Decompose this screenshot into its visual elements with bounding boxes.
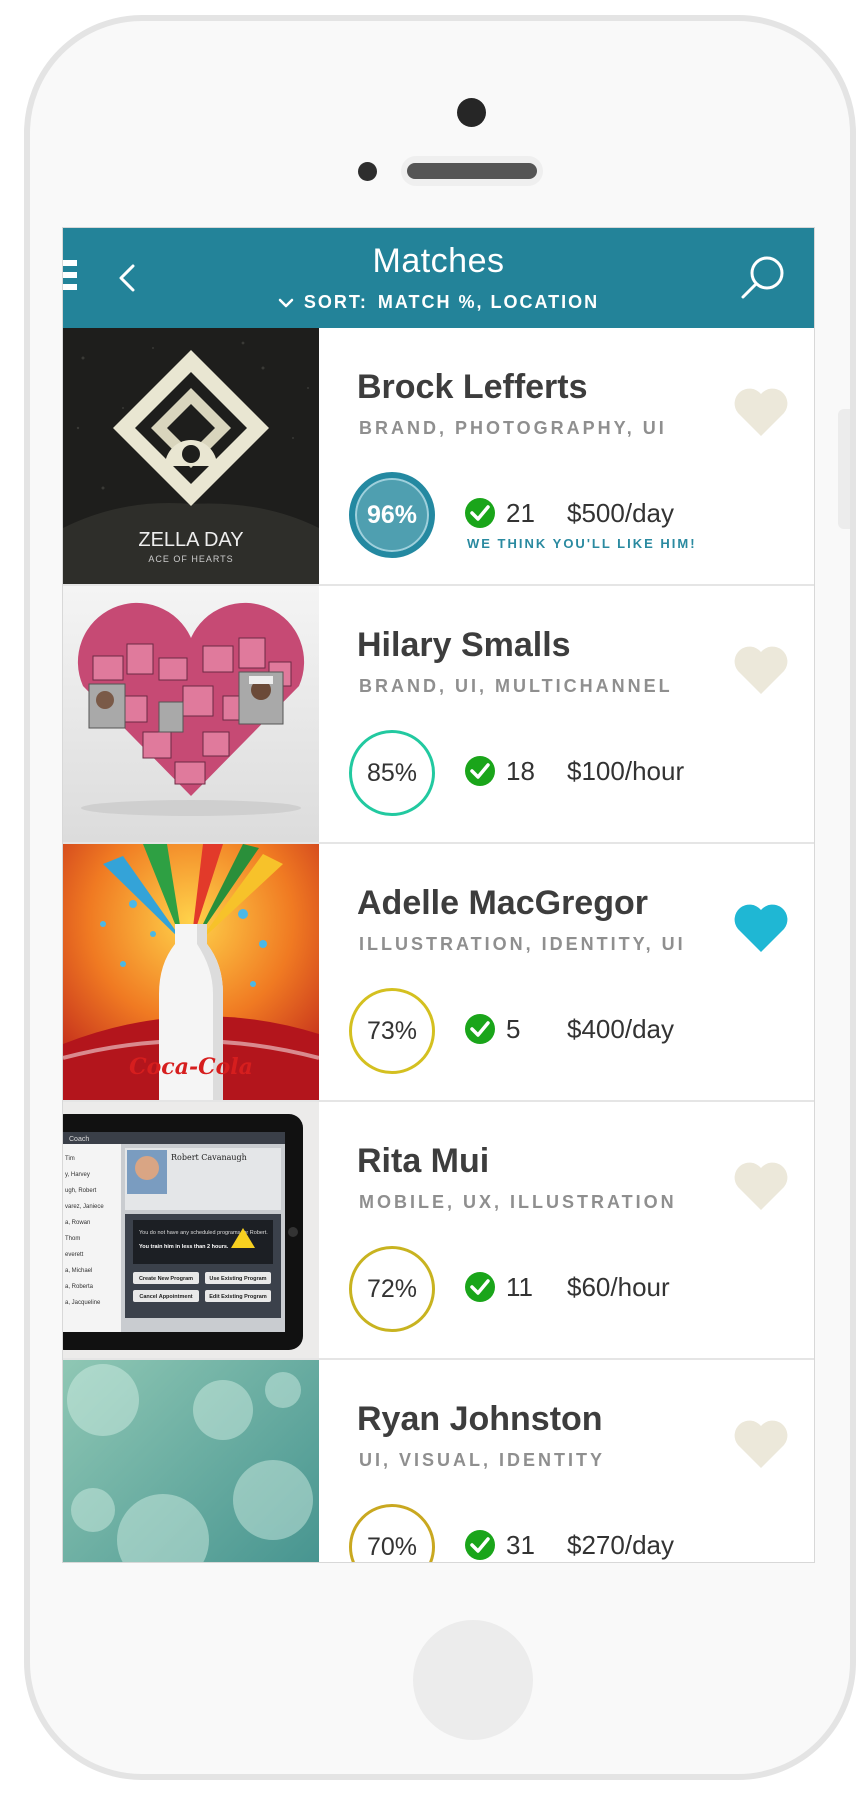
project-thumbnail: Coca-Cola [63,844,319,1100]
thumb-warning: You do not have any scheduled programs f… [139,1230,268,1236]
thumb-warning-bold: You train him in less than 2 hours. [139,1244,229,1250]
heart-icon[interactable] [732,644,790,696]
svg-text:Edit Existing Program: Edit Existing Program [209,1294,267,1300]
svg-text:Tim: Tim [65,1156,75,1162]
front-camera [457,98,486,127]
home-button[interactable] [413,1620,533,1740]
svg-text:a, Jacqueline: a, Jacqueline [65,1300,101,1306]
heart-icon[interactable] [732,1418,790,1470]
thumb-app-name: Coach [69,1136,89,1143]
designer-name[interactable]: Brock Lefferts [357,368,588,407]
match-percent-badge: 73% [349,988,435,1074]
check-circle-icon [465,1530,495,1560]
header-bar: Matches SORT: MATCH %, LOCATION [63,228,814,328]
check-circle-icon [465,498,495,528]
check-circle-icon [465,756,495,786]
skill-tags: BRAND, UI, MULTICHANNEL [359,676,673,696]
rate: $270/day [567,1530,674,1560]
svg-text:everett: everett [65,1252,84,1258]
match-percent-badge: 96% [349,472,435,558]
rate: $500/day [567,498,674,528]
designer-name[interactable]: Rita Mui [357,1142,489,1181]
skill-tags: ILLUSTRATION, IDENTITY, UI [359,934,686,954]
designer-name[interactable]: Adelle MacGregor [357,884,648,923]
skill-tags: BRAND, PHOTOGRAPHY, UI [359,418,667,438]
sort-label: SORT: [303,292,368,312]
verified-count: 31 [506,1530,535,1560]
thumb-logo: Coca-Cola [129,1054,253,1080]
sort-control[interactable]: SORT: MATCH %, LOCATION [63,292,814,313]
svg-text:a, Roberta: a, Roberta [65,1284,94,1290]
skill-tags: MOBILE, UX, ILLUSTRATION [359,1192,677,1212]
match-row[interactable]: ZELLA DAY ACE OF HEARTS Brock Lefferts B… [63,328,814,586]
heart-icon[interactable] [732,386,790,438]
thumb-caption-sub: ACE OF HEARTS [148,554,233,564]
verified-count: 18 [506,756,535,786]
svg-text:varez, Janiece: varez, Janiece [65,1204,104,1210]
match-row[interactable]: Coach Tim y, Harvey ugh, Robert varez, J… [63,1102,814,1360]
rate: $400/day [567,1014,674,1044]
designer-name[interactable]: Ryan Johnston [357,1400,603,1439]
app-screen: Matches SORT: MATCH %, LOCATION ZELLA DAY [62,227,815,1563]
match-row[interactable]: Coca-Cola Adelle MacGregor ILLUSTRATION,… [63,844,814,1102]
earpiece-speaker [401,156,543,186]
project-thumbnail [63,586,319,842]
match-row[interactable]: Ryan Johnston UI, VISUAL, IDENTITY 70% 3… [63,1360,814,1562]
svg-text:Thom: Thom [65,1236,80,1242]
match-row[interactable]: Hilary Smalls BRAND, UI, MULTICHANNEL 85… [63,586,814,844]
match-percent-badge: 85% [349,730,435,816]
svg-text:Use Existing Program: Use Existing Program [209,1276,266,1282]
svg-text:a, Michael: a, Michael [65,1268,92,1274]
check-circle-icon [465,1014,495,1044]
sort-value: MATCH %, LOCATION [377,292,600,312]
page-title: Matches [372,242,505,280]
verified-count: 11 [506,1272,533,1302]
proximity-sensor [358,162,377,181]
svg-text:y, Harvey: y, Harvey [65,1172,90,1178]
search-icon[interactable] [740,254,786,300]
check-circle-icon [465,1272,495,1302]
recommendation-note: WE THINK YOU'LL LIKE HIM! [467,536,697,551]
project-thumbnail: ZELLA DAY ACE OF HEARTS [63,328,319,584]
heart-icon[interactable] [732,902,790,954]
thumb-caption-title: ZELLA DAY [138,529,243,551]
svg-text:ugh, Robert: ugh, Robert [65,1188,97,1194]
skill-tags: UI, VISUAL, IDENTITY [359,1450,606,1470]
side-button [838,409,850,529]
svg-text:Cancel Appointment: Cancel Appointment [139,1294,192,1300]
svg-text:Create New Program: Create New Program [139,1276,193,1282]
project-thumbnail: Coach Tim y, Harvey ugh, Robert varez, J… [63,1102,319,1358]
rate: $100/hour [567,756,685,786]
match-percent-badge: 70% [349,1504,435,1562]
rate: $60/hour [567,1272,670,1302]
verified-count: 21 [506,498,535,528]
match-percent-badge: 72% [349,1246,435,1332]
heart-icon[interactable] [732,1160,790,1212]
svg-text:a, Rowan: a, Rowan [65,1220,90,1226]
verified-count: 5 [506,1014,521,1044]
thumb-profile-name: Robert Cavanaugh [171,1153,247,1162]
project-thumbnail [63,1360,319,1562]
designer-name[interactable]: Hilary Smalls [357,626,571,665]
chevron-down-icon [278,299,294,308]
